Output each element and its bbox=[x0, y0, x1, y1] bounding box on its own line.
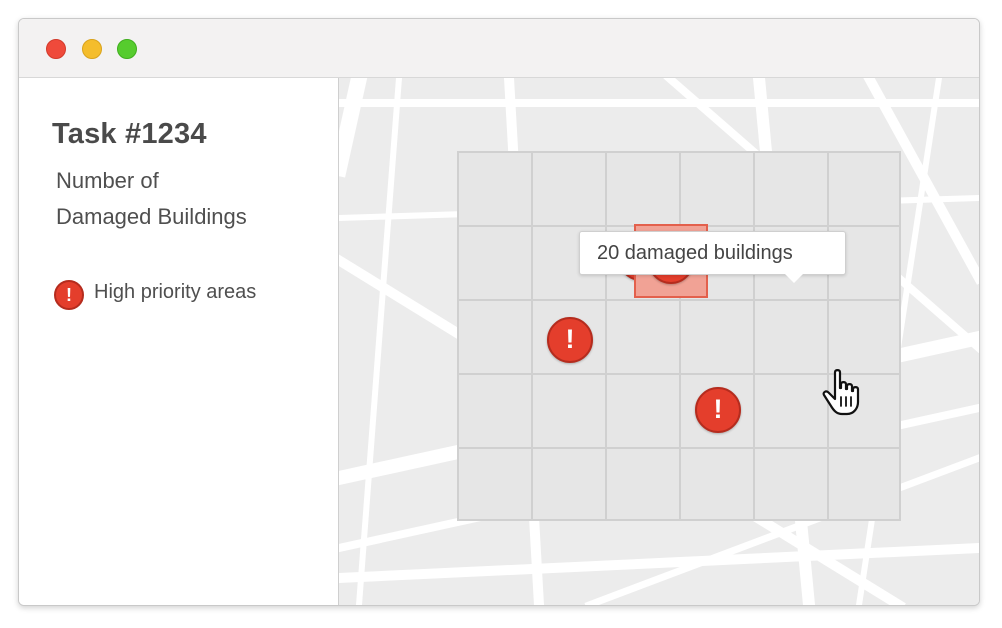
priority-marker-icon[interactable]: ! bbox=[695, 387, 741, 433]
task-description-line-1: Number of bbox=[56, 168, 159, 193]
grid-line bbox=[531, 153, 533, 519]
priority-marker-icon[interactable]: ! bbox=[547, 317, 593, 363]
zoom-window-button[interactable] bbox=[117, 39, 137, 59]
map-area[interactable]: ! ! ! ! 20 damaged buildings bbox=[339, 78, 979, 605]
grid-line bbox=[459, 447, 899, 449]
minimize-window-button[interactable] bbox=[82, 39, 102, 59]
title-bar bbox=[19, 19, 979, 78]
damage-grid[interactable]: ! ! ! bbox=[457, 151, 901, 521]
grid-line bbox=[753, 153, 755, 519]
grid-line bbox=[605, 153, 607, 519]
grid-line bbox=[679, 153, 681, 519]
task-description: Number of Damaged Buildings bbox=[56, 163, 316, 235]
task-title: Task #1234 bbox=[52, 118, 207, 150]
cell-tooltip: 20 damaged buildings bbox=[579, 231, 846, 275]
exclamation-alert-icon: ! bbox=[54, 280, 84, 310]
task-description-line-2: Damaged Buildings bbox=[56, 204, 247, 229]
task-sidebar: Task #1234 Number of Damaged Buildings !… bbox=[19, 78, 339, 605]
grid-line bbox=[827, 153, 829, 519]
app-window: Task #1234 Number of Damaged Buildings !… bbox=[18, 18, 980, 606]
hand-pointer-cursor-icon bbox=[822, 369, 860, 416]
legend-label: High priority areas bbox=[94, 281, 257, 303]
close-window-button[interactable] bbox=[46, 39, 66, 59]
tooltip-arrow bbox=[785, 274, 803, 283]
grid-line bbox=[459, 299, 899, 301]
